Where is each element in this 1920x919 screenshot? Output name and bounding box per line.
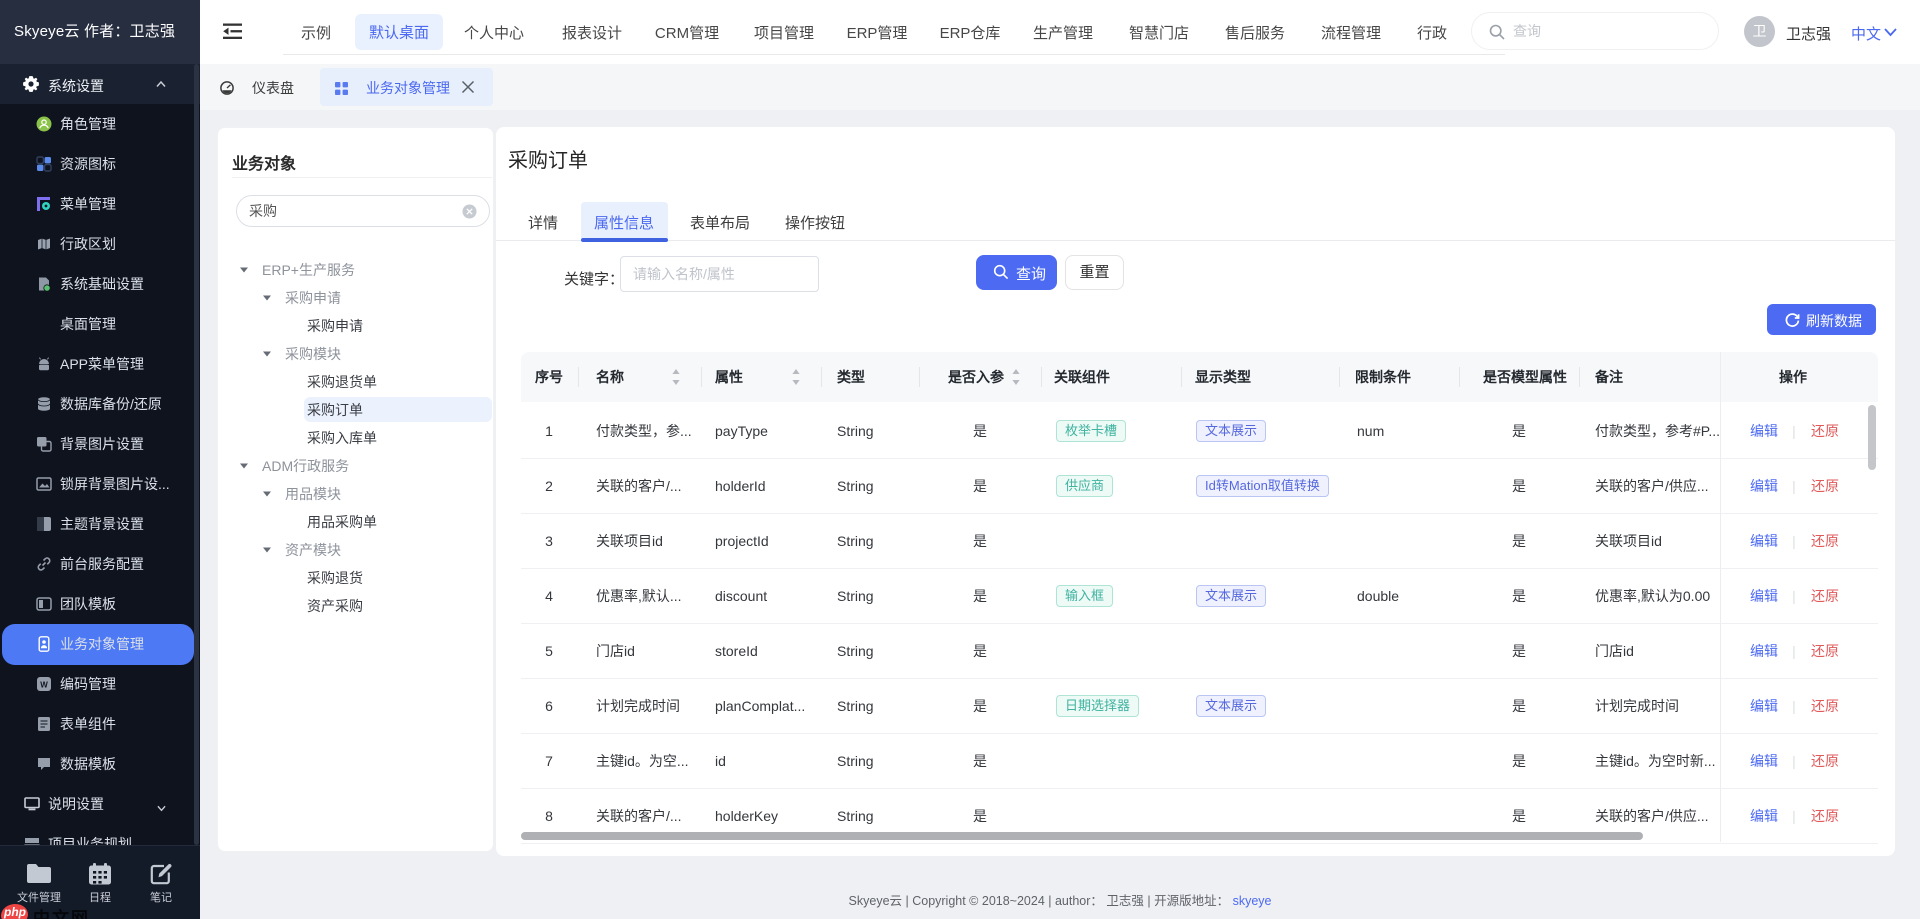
svg-text:W: W [40, 681, 48, 690]
